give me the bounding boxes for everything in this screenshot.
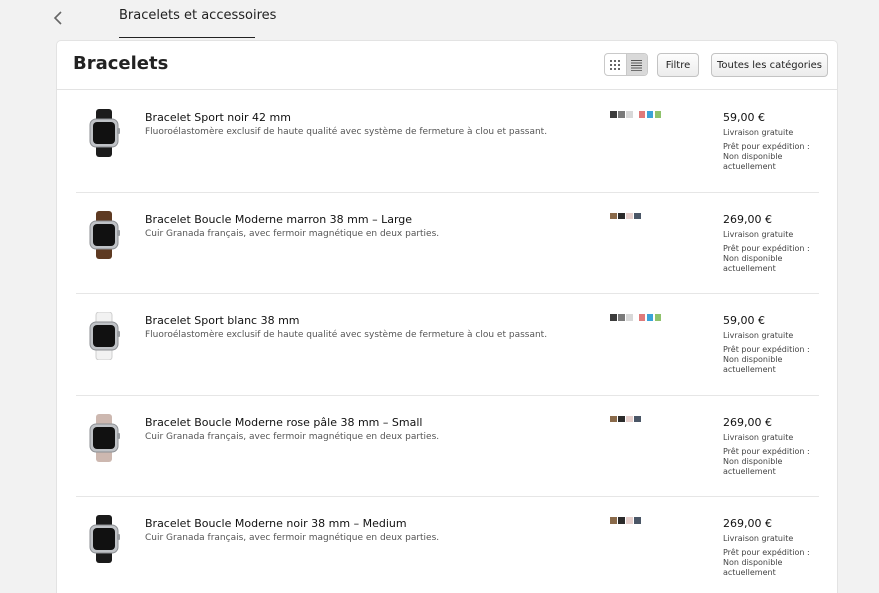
product-price: 269,00 €: [723, 517, 772, 530]
shipping-status: Prêt pour expédition : Non disponible actu…: [723, 447, 823, 477]
color-swatch[interactable]: [618, 314, 625, 321]
top-bar: Bracelets et accessoires: [0, 0, 879, 40]
product-description: Cuir Granada français, avec fermoir magn…: [145, 431, 440, 442]
product-list: Bracelet Sport noir 42 mm Fluoroélastomè…: [57, 91, 837, 593]
shipping-status-line: Prêt pour expédition :: [723, 548, 810, 557]
shipping-status-line: Prêt pour expédition :: [723, 142, 810, 151]
color-swatch[interactable]: [646, 314, 653, 321]
color-swatch[interactable]: [610, 111, 617, 118]
page-title: Bracelets: [73, 53, 169, 74]
color-swatch[interactable]: [610, 314, 617, 321]
product-name[interactable]: Bracelet Boucle Moderne marron 38 mm – L…: [145, 213, 412, 226]
shipping-status-line: Non disponible: [723, 558, 783, 567]
delivery-info: Livraison gratuite: [723, 432, 794, 442]
tab-bracelets-accessories[interactable]: Bracelets et accessoires: [119, 8, 276, 23]
color-swatch[interactable]: [654, 314, 661, 321]
color-swatch[interactable]: [610, 415, 617, 422]
product-description: Fluoroélastomère exclusif de haute quali…: [145, 127, 548, 137]
color-swatch[interactable]: [634, 212, 641, 219]
shipping-status-line: Non disponible: [723, 253, 783, 263]
delivery-info: Livraison gratuite: [723, 534, 794, 543]
product-row-1[interactable]: Bracelet Sport noir 42 mm Fluoroélastomè…: [57, 91, 837, 193]
shipping-status-line: actuellement: [723, 568, 776, 577]
product-name[interactable]: Bracelet Sport blanc 38 mm: [145, 314, 300, 327]
product-name[interactable]: Bracelet Boucle Moderne noir 38 mm – Med…: [145, 517, 407, 530]
shipping-status-line: Non disponible: [723, 152, 783, 161]
shipping-status-line: actuellement: [723, 263, 776, 273]
color-swatches: [610, 212, 642, 219]
delivery-info: Livraison gratuite: [723, 229, 794, 239]
color-swatch[interactable]: [618, 212, 625, 219]
shipping-status: Prêt pour expédition : Non disponible actu…: [723, 548, 823, 578]
color-swatches: [610, 517, 642, 524]
chevron-left-icon[interactable]: [52, 10, 66, 26]
list-view-button[interactable]: [625, 54, 647, 75]
shipping-status-line: actuellement: [723, 162, 776, 171]
color-swatch[interactable]: [618, 415, 625, 422]
color-swatch[interactable]: [618, 111, 625, 118]
product-price: 59,00 €: [723, 314, 765, 327]
color-swatch[interactable]: [618, 517, 625, 524]
shipping-status-line: Non disponible: [723, 456, 783, 466]
product-description: Fluoroélastomère exclusif de haute quali…: [145, 330, 548, 340]
color-swatch[interactable]: [626, 314, 633, 321]
product-description: Cuir Granada français, avec fermoir magn…: [145, 533, 440, 543]
color-swatches: [610, 314, 663, 321]
product-name[interactable]: Bracelet Sport noir 42 mm: [145, 111, 291, 124]
shipping-status-line: Prêt pour expédition :: [723, 345, 810, 354]
product-name[interactable]: Bracelet Boucle Moderne rose pâle 38 mm …: [145, 416, 422, 429]
delivery-info: Livraison gratuite: [723, 128, 794, 137]
color-swatch[interactable]: [610, 517, 617, 524]
color-swatch[interactable]: [610, 212, 617, 219]
product-description: Cuir Granada français, avec fermoir magn…: [145, 228, 440, 239]
watch-thumbnail[interactable]: [83, 109, 125, 157]
product-price: 269,00 €: [723, 415, 772, 429]
color-swatch[interactable]: [626, 517, 633, 524]
product-price: 269,00 €: [723, 212, 772, 226]
color-swatch[interactable]: [646, 111, 653, 118]
color-swatch[interactable]: [654, 111, 661, 118]
view-toggle: [604, 53, 648, 76]
shipping-status: Prêt pour expédition : Non disponible actu…: [723, 142, 823, 172]
shipping-status: Prêt pour expédition : Non disponible actu…: [723, 244, 823, 274]
color-swatch[interactable]: [626, 415, 633, 422]
shipping-status-line: actuellement: [723, 466, 776, 476]
color-swatch[interactable]: [638, 111, 645, 118]
color-swatch[interactable]: [634, 415, 641, 422]
color-swatches: [610, 415, 642, 422]
watch-thumbnail[interactable]: [83, 210, 125, 259]
panel-header: Bracelets Filtre Toutes les catégories: [57, 41, 837, 90]
product-row-2[interactable]: Bracelet Boucle Moderne marron 38 mm – L…: [57, 193, 837, 294]
tab-underline: [119, 37, 255, 38]
filter-button[interactable]: Filtre: [657, 53, 699, 77]
shipping-status: Prêt pour expédition : Non disponible actu…: [723, 345, 823, 375]
color-swatch[interactable]: [634, 517, 641, 524]
list-view-icon: [631, 59, 643, 71]
product-row-3[interactable]: Bracelet Sport blanc 38 mm Fluoroélastom…: [57, 294, 837, 396]
watch-thumbnail[interactable]: [83, 312, 125, 360]
product-row-5[interactable]: Bracelet Boucle Moderne noir 38 mm – Med…: [57, 497, 837, 593]
watch-thumbnail[interactable]: [83, 515, 125, 563]
color-swatch[interactable]: [638, 314, 645, 321]
product-row-4[interactable]: Bracelet Boucle Moderne rose pâle 38 mm …: [57, 396, 837, 497]
shipping-status-line: Prêt pour expédition :: [723, 243, 810, 253]
product-panel: Bracelets Filtre Toutes les catégories B…: [56, 40, 838, 593]
watch-thumbnail[interactable]: [83, 413, 125, 462]
color-swatches: [610, 111, 663, 118]
all-categories-button[interactable]: Toutes les catégories: [711, 53, 828, 77]
grid-view-icon: [610, 59, 621, 70]
delivery-info: Livraison gratuite: [723, 331, 794, 340]
product-price: 59,00 €: [723, 111, 765, 124]
shipping-status-line: actuellement: [723, 365, 776, 374]
grid-view-button[interactable]: [605, 54, 626, 75]
color-swatch[interactable]: [626, 212, 633, 219]
shipping-status-line: Prêt pour expédition :: [723, 446, 810, 456]
shipping-status-line: Non disponible: [723, 355, 783, 364]
color-swatch[interactable]: [626, 111, 633, 118]
